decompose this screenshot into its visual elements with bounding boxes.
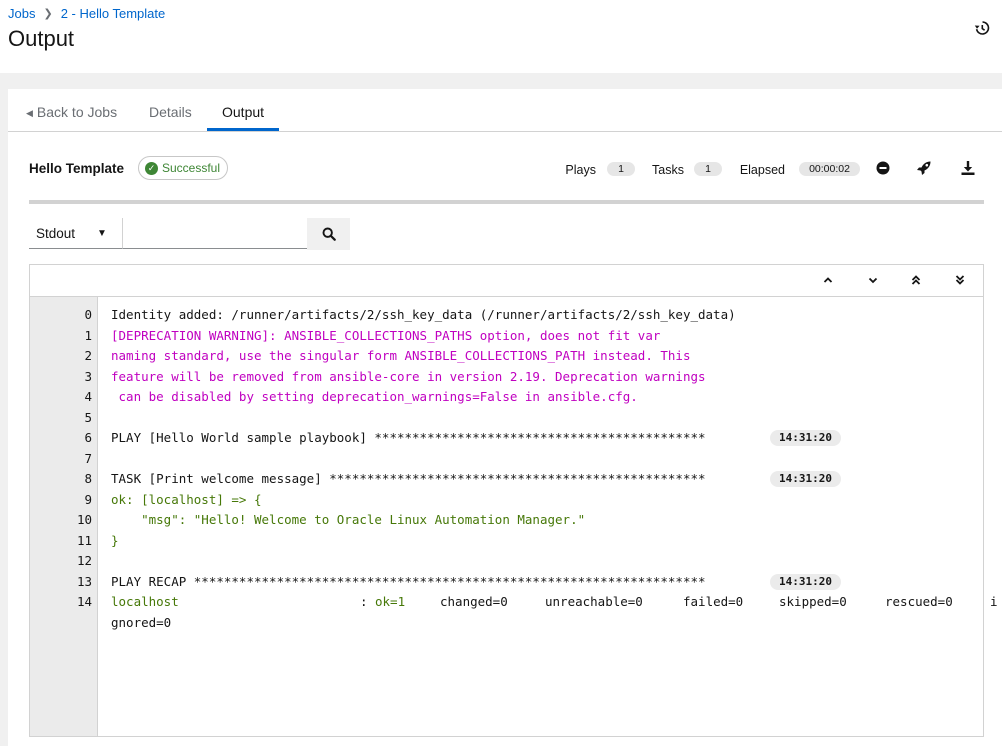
angle-double-up-icon[interactable] <box>909 273 923 287</box>
timestamp-badge: 14:31:20 <box>770 471 841 487</box>
search-field-label: Stdout <box>36 226 76 241</box>
line-number: 11 <box>76 532 92 548</box>
elapsed-value: 00:00:02 <box>799 162 860 176</box>
line-text: Identity added: /runner/artifacts/2/ssh_… <box>111 307 736 322</box>
line-text: PLAY [Hello World sample playbook] *****… <box>111 430 706 445</box>
recap-changed: changed=0 <box>440 594 508 609</box>
line-number: 1 <box>84 327 92 343</box>
line-number: 7 <box>84 450 92 466</box>
line-number: 5 <box>84 409 92 425</box>
page-header: Jobs ❯ 2 - Hello Template Output <box>0 0 1002 73</box>
line-text: TASK [Print welcome message] ***********… <box>111 471 706 486</box>
recap-failed: failed=0 <box>683 594 744 609</box>
plays-label: Plays <box>565 163 596 177</box>
tasks-count: 1 <box>694 162 722 176</box>
output-line: 13 PLAY RECAP ***************************… <box>30 572 983 593</box>
chevron-right-icon: ❯ <box>43 8 53 20</box>
download-icon[interactable] <box>960 160 976 176</box>
line-text: naming standard, use the singular form A… <box>111 348 691 363</box>
caret-left-icon: ◀ <box>26 108 33 118</box>
tab-back-to-jobs[interactable]: ◀ Back to Jobs <box>26 89 117 130</box>
history-icon[interactable] <box>974 20 990 36</box>
tab-back-label: Back to Jobs <box>36 104 118 120</box>
line-number: 3 <box>84 368 92 384</box>
output-line: 8 TASK [Print welcome message] **********… <box>30 469 983 490</box>
tab-details[interactable]: Details <box>149 89 192 130</box>
output-line: 1 [DEPRECATION WARNING]: ANSIBLE_COLLECTI… <box>30 326 983 347</box>
output-line: 4 can be disabled by setting deprecation… <box>30 387 983 408</box>
line-text: can be disabled by setting deprecation_w… <box>111 389 638 404</box>
progress-bar <box>29 200 984 204</box>
line-text: feature will be removed from ansible-cor… <box>111 368 706 384</box>
search-toolbar: Stdout ▼ <box>29 218 350 250</box>
recap-unreachable: unreachable=0 <box>545 594 643 609</box>
tasks-label: Tasks <box>652 163 684 177</box>
job-output-card: ◀ Back to Jobs Details Output Hello Templ… <box>8 89 1002 746</box>
tab-bar: ◀ Back to Jobs Details Output <box>8 89 1002 132</box>
output-line: 2 naming standard, use the singular form … <box>30 346 983 367</box>
line-text: ok: [localhost] => { <box>111 491 262 507</box>
angle-double-down-icon[interactable] <box>953 273 967 287</box>
output-line: 12 <box>30 551 983 572</box>
line-text: PLAY RECAP *****************************… <box>111 573 706 589</box>
recap-ignored-start: i <box>990 594 998 609</box>
rocket-icon[interactable] <box>916 160 932 176</box>
job-header: Hello Template ✓ Successful Plays 1 Task… <box>8 155 1002 183</box>
output-line: 0 Identity added: /runner/artifacts/2/ssh… <box>30 305 983 326</box>
output-line: 7 <box>30 449 983 470</box>
timestamp-badge: 14:31:20 <box>770 573 841 590</box>
line-number: 8 <box>84 471 92 486</box>
output-nav-toolbar <box>30 265 983 297</box>
output-line: 14 localhost : ok=1 changed=0 unreachabl… <box>30 592 998 613</box>
check-circle-icon: ✓ <box>145 161 158 175</box>
output-line: 9 ok: [localhost] => { <box>30 490 983 511</box>
recap-ignored-end: gnored=0 <box>111 614 172 630</box>
breadcrumb: Jobs ❯ 2 - Hello Template <box>8 6 165 21</box>
line-number: 9 <box>84 491 92 507</box>
elapsed-label: Elapsed <box>739 163 785 177</box>
line-text: } <box>111 532 119 548</box>
output-line: 6 PLAY [Hello World sample playbook] ****… <box>30 428 983 449</box>
line-number: 0 <box>84 307 92 322</box>
breadcrumb-jobs-link[interactable]: Jobs <box>8 6 35 21</box>
line-number: 14 <box>76 594 92 609</box>
caret-down-icon: ▼ <box>97 228 107 239</box>
search-button[interactable] <box>307 218 350 250</box>
status-label: Successful <box>162 161 221 175</box>
output-line: 5 <box>30 408 983 429</box>
angle-down-icon[interactable] <box>866 273 880 287</box>
line-text: [DEPRECATION WARNING]: ANSIBLE_COLLECTIO… <box>111 327 661 343</box>
output-line: 11} <box>30 531 983 552</box>
output-line: gnored=0 <box>30 613 983 634</box>
line-number: 10 <box>76 512 92 527</box>
output-line: 10 "msg": "Hello! Welcome to Oracle Linu… <box>30 510 983 531</box>
page-title: Output <box>8 26 75 51</box>
search-icon <box>322 227 336 241</box>
angle-up-icon[interactable] <box>821 273 835 287</box>
recap-colon: : <box>360 594 368 609</box>
recap-rescued: rescued=0 <box>885 594 953 609</box>
output-lines: 0 Identity added: /runner/artifacts/2/ssh… <box>30 305 998 634</box>
job-output-panel: 0 Identity added: /runner/artifacts/2/ssh… <box>29 264 998 737</box>
line-number: 2 <box>84 348 92 363</box>
search-field-select[interactable]: Stdout ▼ <box>29 218 122 249</box>
recap-host: localhost <box>111 594 179 609</box>
recap-ok: ok=1 <box>375 594 406 609</box>
recap-skipped: skipped=0 <box>779 594 847 609</box>
tab-output[interactable]: Output <box>207 89 280 131</box>
job-name: Hello Template <box>29 161 125 176</box>
line-number: 4 <box>84 389 92 404</box>
minus-circle-icon[interactable] <box>875 160 891 176</box>
status-badge: ✓ Successful <box>138 156 229 180</box>
line-number: 12 <box>76 553 92 568</box>
line-number: 13 <box>76 573 92 589</box>
breadcrumb-job-link[interactable]: 2 - Hello Template <box>61 6 166 21</box>
timestamp-badge: 14:31:20 <box>770 430 841 446</box>
line-text: "msg": "Hello! Welcome to Oracle Linux A… <box>111 512 586 527</box>
plays-count: 1 <box>607 162 635 176</box>
line-number: 6 <box>84 430 92 445</box>
search-input[interactable] <box>122 218 307 249</box>
output-line: 3 feature will be removed from ansible-co… <box>30 367 983 388</box>
